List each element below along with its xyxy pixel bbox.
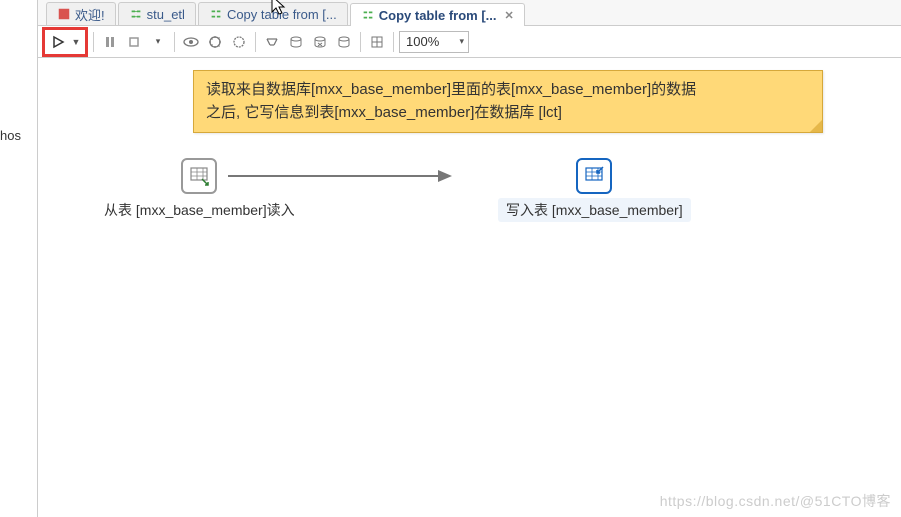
tab-copy-table-1[interactable]: Copy table from [... bbox=[198, 2, 348, 25]
step-target-label: 写入表 [mxx_base_member] bbox=[498, 198, 691, 222]
separator bbox=[255, 32, 256, 52]
trans-icon bbox=[209, 7, 223, 21]
preview-button[interactable] bbox=[180, 31, 202, 53]
table-input-icon bbox=[181, 158, 217, 194]
run-options-button[interactable]: ▼ bbox=[69, 31, 83, 53]
step-target[interactable]: 写入表 [mxx_base_member] bbox=[498, 158, 691, 222]
tab-stu-etl[interactable]: stu_etl bbox=[118, 2, 196, 25]
transformation-canvas[interactable]: 读取来自数据库[mxx_base_member]里面的表[mxx_base_me… bbox=[38, 58, 901, 517]
table-output-icon bbox=[576, 158, 612, 194]
left-panel-truncated-text: hos bbox=[0, 128, 21, 143]
debug-button[interactable] bbox=[204, 31, 226, 53]
note-line-2: 之后, 它写信息到表[mxx_base_member]在数据库 [lct] bbox=[206, 102, 810, 125]
welcome-icon bbox=[57, 7, 71, 21]
grid-toggle-button[interactable] bbox=[366, 31, 388, 53]
separator bbox=[93, 32, 94, 52]
separator bbox=[174, 32, 175, 52]
watermark: https://blog.csdn.net/@51CTO博客 bbox=[660, 491, 891, 511]
sql-button[interactable] bbox=[261, 31, 283, 53]
left-panel: hos bbox=[0, 0, 38, 517]
chevron-down-icon: ▾ bbox=[156, 36, 161, 47]
run-button[interactable] bbox=[47, 31, 69, 53]
zoom-value: 100% bbox=[406, 34, 439, 49]
trans-icon bbox=[361, 8, 375, 22]
stop-button[interactable] bbox=[123, 31, 145, 53]
tab-label: 欢迎! bbox=[75, 5, 105, 24]
db-clean-button[interactable] bbox=[309, 31, 331, 53]
step-source-label: 从表 [mxx_base_member]读入 bbox=[96, 198, 303, 222]
tab-label: Copy table from [... bbox=[379, 8, 497, 23]
tab-copy-table-2[interactable]: Copy table from [... ✕ bbox=[350, 3, 525, 26]
run-options-2[interactable]: ▾ bbox=[147, 31, 169, 53]
arrow-head-icon bbox=[438, 170, 452, 182]
zoom-selector[interactable]: 100% ▾ bbox=[399, 31, 469, 53]
trans-icon bbox=[129, 7, 143, 21]
transformation-toolbar: ▼ ▾ bbox=[38, 26, 901, 58]
db-explore-button[interactable] bbox=[285, 31, 307, 53]
separator bbox=[393, 32, 394, 52]
note-line-1: 读取来自数据库[mxx_base_member]里面的表[mxx_base_me… bbox=[206, 79, 810, 102]
chevron-down-icon: ▼ bbox=[72, 37, 81, 47]
tab-label: Copy table from [... bbox=[227, 7, 337, 22]
hop-arrow[interactable] bbox=[228, 175, 438, 177]
tab-label: stu_etl bbox=[147, 7, 185, 22]
db-sync-button[interactable] bbox=[333, 31, 355, 53]
editor-tabs: 欢迎! stu_etl Copy table from [... Copy ta… bbox=[38, 0, 901, 26]
debug-step-button[interactable] bbox=[228, 31, 250, 53]
step-source[interactable]: 从表 [mxx_base_member]读入 bbox=[96, 158, 303, 222]
run-button-highlight: ▼ bbox=[42, 27, 88, 57]
pause-button[interactable] bbox=[99, 31, 121, 53]
close-icon[interactable]: ✕ bbox=[505, 9, 514, 22]
separator bbox=[360, 32, 361, 52]
tab-welcome[interactable]: 欢迎! bbox=[46, 2, 116, 25]
canvas-note[interactable]: 读取来自数据库[mxx_base_member]里面的表[mxx_base_me… bbox=[193, 70, 823, 133]
chevron-down-icon: ▾ bbox=[459, 36, 464, 47]
